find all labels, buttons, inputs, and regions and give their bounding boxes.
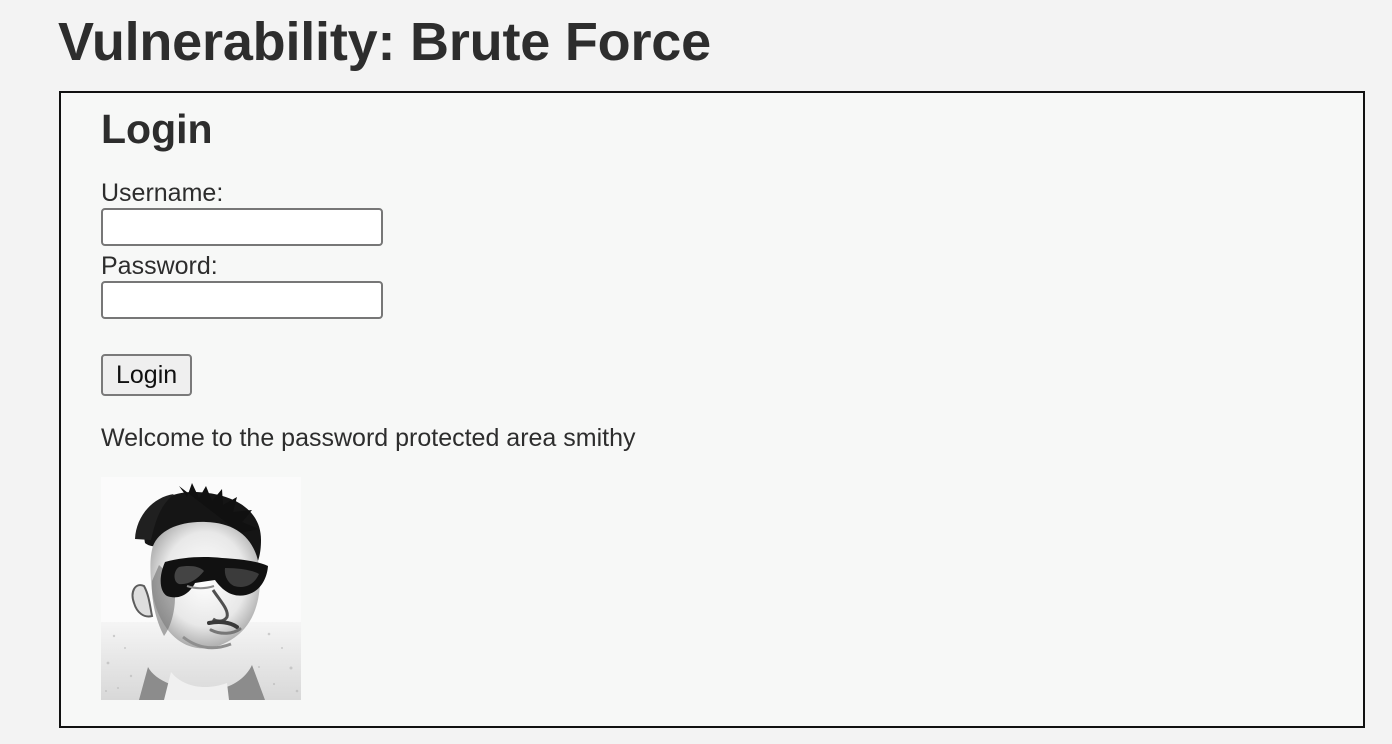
username-label: Username: [101, 179, 224, 207]
login-heading: Login [101, 106, 213, 152]
welcome-message: Welcome to the password protected area s… [101, 424, 636, 452]
user-photo-icon [101, 477, 301, 700]
username-field[interactable] [101, 208, 383, 246]
password-field[interactable] [101, 281, 383, 319]
avatar [101, 477, 301, 700]
login-button[interactable]: Login [101, 354, 193, 396]
password-label: Password: [101, 252, 218, 280]
login-panel: Login Username: Password: Login Welcome … [59, 91, 1365, 728]
page: Vulnerability: Brute Force Login Usernam… [0, 0, 1392, 744]
page-title: Vulnerability: Brute Force [58, 12, 711, 72]
